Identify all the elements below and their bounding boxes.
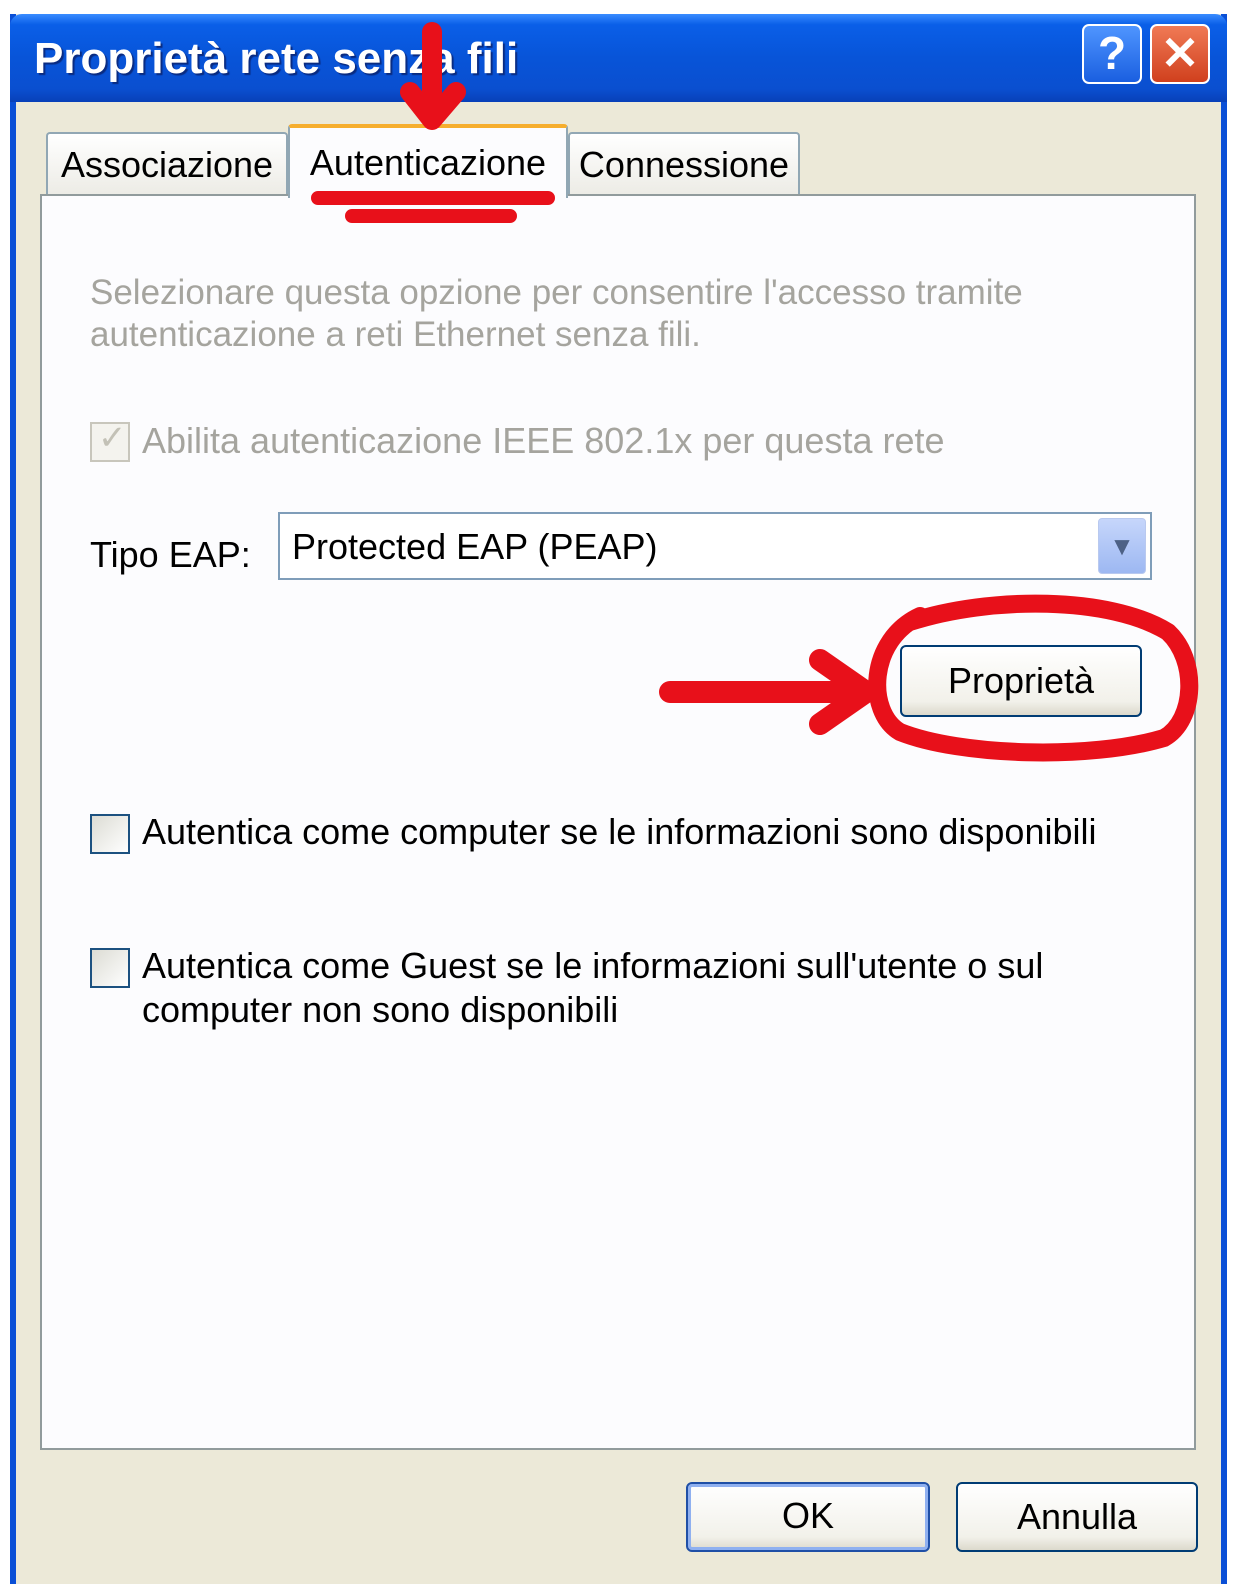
eap-type-value: Protected EAP (PEAP) <box>292 526 658 567</box>
tab-associazione[interactable]: Associazione <box>46 132 288 196</box>
tab-autenticazione[interactable]: Autenticazione <box>288 124 568 198</box>
tab-connessione[interactable]: Connessione <box>568 132 800 196</box>
auth-as-computer-checkbox[interactable] <box>90 814 130 854</box>
enable-8021x-checkbox[interactable]: ✓ <box>90 419 130 462</box>
cancel-button[interactable]: Annulla <box>956 1482 1198 1552</box>
eap-type-select[interactable]: Protected EAP (PEAP) ▼ <box>278 512 1152 580</box>
close-button[interactable]: ✕ <box>1150 24 1210 84</box>
auth-as-guest-label-line2: computer non sono disponibili <box>142 989 619 1030</box>
auth-as-guest-checkbox[interactable] <box>90 948 130 988</box>
help-icon: ? <box>1097 27 1127 79</box>
checkmark-icon: ✓ <box>98 419 127 457</box>
enable-8021x-label: Abilita autenticazione IEEE 802.1x per q… <box>142 420 945 461</box>
close-icon: ✕ <box>1160 27 1200 79</box>
description-text: Selezionare questa opzione per consentir… <box>90 273 1023 354</box>
auth-as-computer-label: Autentica come computer se le informazio… <box>142 811 1097 852</box>
title-bar[interactable]: Proprietà rete senza fili ? ✕ <box>10 14 1227 102</box>
chevron-down-icon[interactable]: ▼ <box>1098 518 1146 574</box>
eap-type-label: Tipo EAP: <box>90 534 251 575</box>
window-title: Proprietà rete senza fili <box>34 34 519 83</box>
properties-button[interactable]: Proprietà <box>900 645 1142 717</box>
help-button[interactable]: ? <box>1082 24 1142 84</box>
ok-button[interactable]: OK <box>686 1482 930 1552</box>
auth-as-guest-label-line1: Autentica come Guest se le informazioni … <box>142 945 1044 986</box>
